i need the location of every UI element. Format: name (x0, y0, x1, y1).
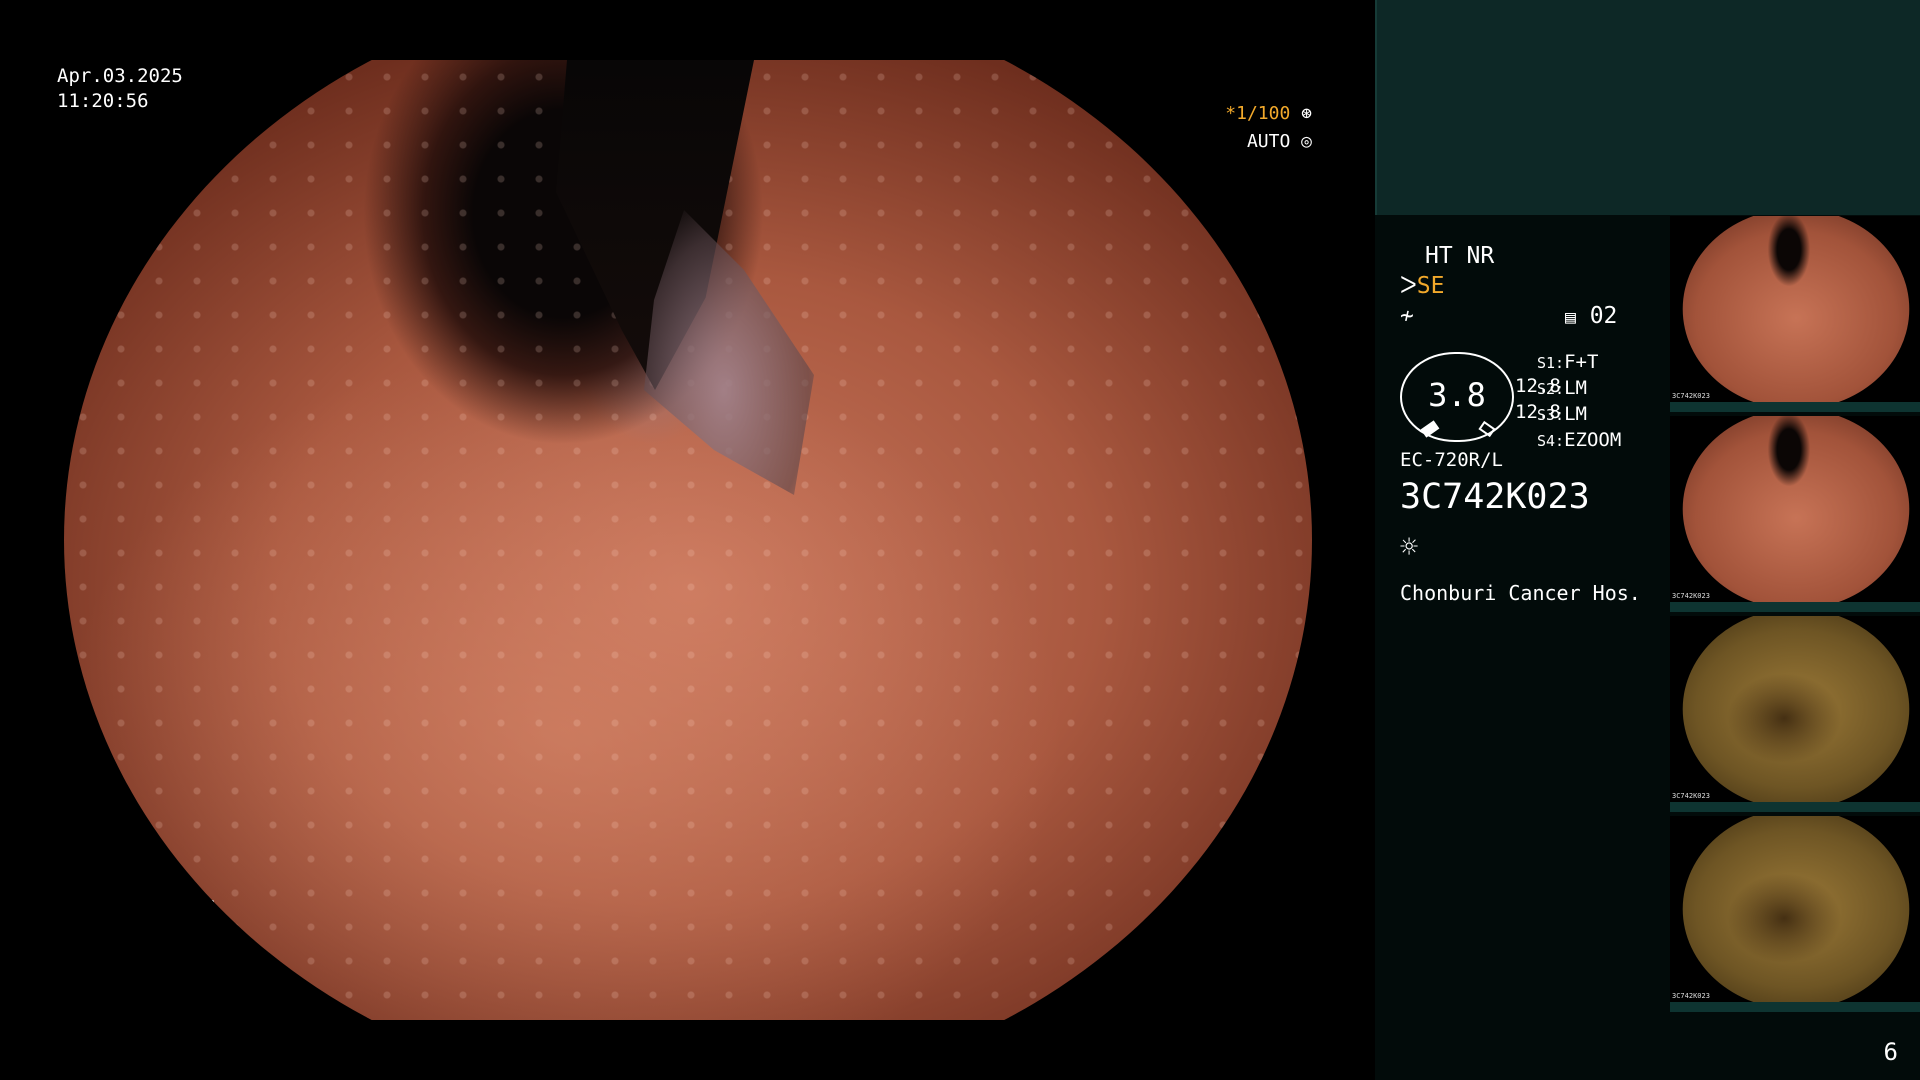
shutter-speed: *1/100 (1225, 103, 1291, 124)
light-source-icon: ☼ (1400, 530, 1419, 565)
gauge-value: 3.8 (1428, 376, 1486, 414)
scope-settings: HT NR ᐳSE ≁ ▤ 02 3.8 12.8 12.8 S1:F+T S2… (1375, 215, 1670, 1080)
gauge-left-marker (1420, 420, 1440, 438)
iris-mode: AUTO (1246, 131, 1291, 152)
color-enhance-icon: ≁ (1400, 303, 1414, 329)
thumbnail-serial: 3C742K023 (1672, 992, 1710, 1000)
scope-model: EC-720R/L (1400, 449, 1503, 471)
setting-key: S3: (1537, 406, 1565, 424)
thumbnail-image (1682, 216, 1910, 402)
thumbnail-caption-bar (1670, 602, 1920, 612)
datetime-overlay: Apr.03.2025 11:20:56 (57, 64, 183, 114)
exposure-overlay: *1/100 ⊛ AUTO ◎ (1225, 100, 1312, 156)
thumbnail[interactable]: 3C742K023 (1670, 816, 1920, 1012)
thumbnail-image (1682, 416, 1910, 602)
thumbnail[interactable]: 3C742K023 (1670, 416, 1920, 612)
time-text: 11:20:56 (57, 90, 149, 112)
gauge: 3.8 (1400, 352, 1514, 442)
structure-enhance-icon: ᐳ (1400, 273, 1417, 299)
setting-key: S4: (1537, 432, 1565, 450)
setting-value: LM (1564, 377, 1587, 399)
setting-key: S1: (1537, 354, 1565, 372)
setting-value: LM (1564, 403, 1587, 425)
info-panel: HT NR ᐳSE ≁ ▤ 02 3.8 12.8 12.8 S1:F+T S2… (1375, 0, 1920, 1080)
page-number: 6 (1883, 1038, 1898, 1066)
thumbnail-serial: 3C742K023 (1672, 792, 1710, 800)
thumbnail[interactable]: 3C742K023 (1670, 216, 1920, 412)
thumbnail-caption-bar (1670, 1002, 1920, 1012)
thumbnail-caption-bar (1670, 802, 1920, 812)
aperture-icon: ⊛ (1290, 103, 1312, 124)
thumbnail-serial: 3C742K023 (1672, 592, 1710, 600)
panel-header (1375, 0, 1920, 215)
thumbnail[interactable]: 3C742K023 (1670, 616, 1920, 812)
setting-list: S1:F+T S2:LM S3:LM S4:EZOOM (1537, 350, 1621, 454)
thumbnail-image (1682, 816, 1910, 1002)
enhance-label: SE (1416, 273, 1445, 299)
channel-label: 02 (1589, 303, 1618, 329)
hospital-name: Chonburi Cancer Hos. (1400, 581, 1641, 605)
channel-icon: ▤ (1565, 307, 1576, 328)
thumbnail-caption-bar (1670, 402, 1920, 412)
scope-serial: 3C742K023 (1400, 477, 1590, 517)
light-glare (174, 900, 214, 910)
date-text: Apr.03.2025 (57, 65, 183, 87)
thumbnail-image (1682, 616, 1910, 802)
setting-value: F+T (1564, 351, 1599, 373)
thumbnail-strip: 3C742K023 3C742K023 3C742K023 3C742K023 (1670, 216, 1920, 1016)
light-glare (124, 840, 154, 854)
gauge-right-marker (1478, 420, 1496, 438)
iris-icon: ◎ (1290, 131, 1312, 152)
endoscope-view (64, 60, 1312, 1020)
thumbnail-serial: 3C742K023 (1672, 392, 1710, 400)
setting-value: EZOOM (1564, 429, 1622, 451)
setting-key: S2: (1537, 380, 1565, 398)
mode-label: HT NR (1425, 243, 1495, 269)
